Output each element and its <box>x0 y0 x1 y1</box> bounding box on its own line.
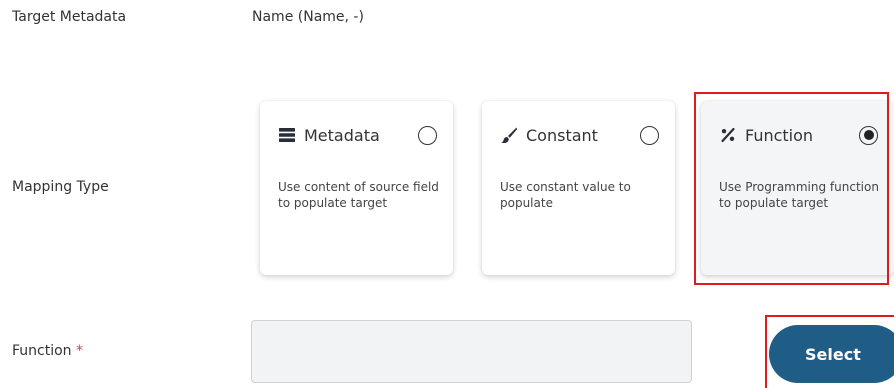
card-description: Use constant value to populate <box>500 180 631 210</box>
select-button[interactable]: Select <box>769 325 894 383</box>
target-metadata-value: Name (Name, -) <box>252 9 364 25</box>
function-radio[interactable] <box>859 125 878 145</box>
card-title: Metadata <box>304 125 380 145</box>
mapping-form: Target Metadata Name (Name, -) Mapping T… <box>0 0 894 388</box>
card-title: Constant <box>526 125 598 145</box>
function-label-text: Function <box>12 343 72 359</box>
constant-radio[interactable] <box>640 125 659 145</box>
required-marker: * <box>76 343 84 359</box>
card-title: Function <box>745 125 814 145</box>
card-description: Use content of source field to populate … <box>278 180 439 210</box>
metadata-radio[interactable] <box>418 125 437 145</box>
mapping-option-metadata[interactable]: Metadata Use content of source field to … <box>260 101 453 275</box>
card-header: Function <box>719 123 878 147</box>
target-metadata-label: Target Metadata <box>12 9 127 25</box>
card-description: Use Programming function to populate tar… <box>719 180 879 210</box>
card-header: Metadata <box>278 123 437 147</box>
function-input[interactable] <box>251 320 692 383</box>
function-icon <box>719 126 737 144</box>
mapping-option-constant[interactable]: Constant Use constant value to populate <box>482 101 675 275</box>
card-header: Constant <box>500 123 659 147</box>
list-icon <box>278 126 296 144</box>
function-label: Function * <box>12 343 83 359</box>
mapping-type-label: Mapping Type <box>12 179 109 195</box>
mapping-option-function[interactable]: Function Use Programming function to pop… <box>701 101 894 275</box>
brush-icon <box>500 126 518 144</box>
